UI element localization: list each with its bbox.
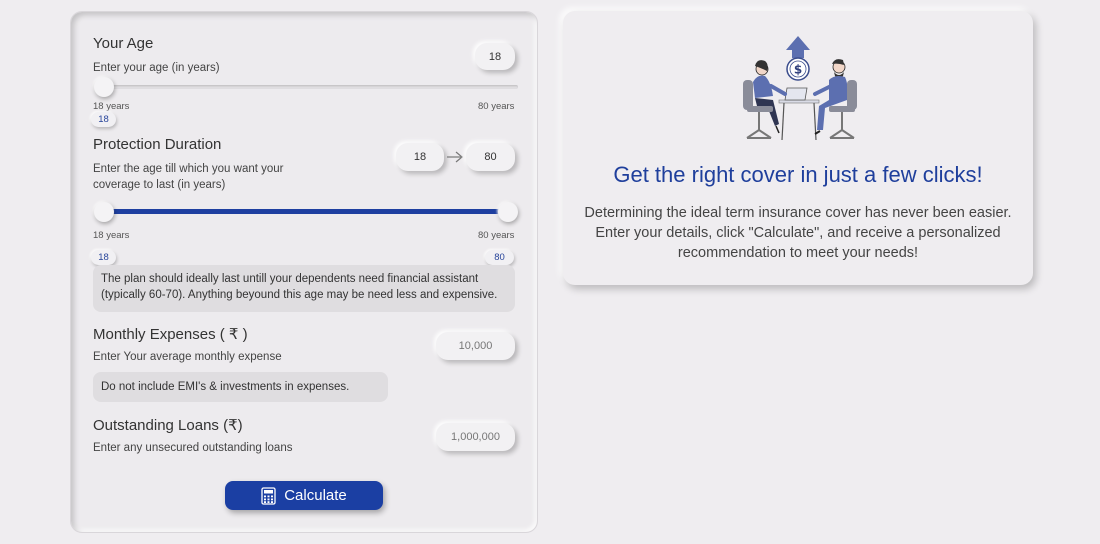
age-value-chip: 18 bbox=[91, 112, 116, 127]
protection-title: Protection Duration bbox=[93, 136, 222, 153]
protection-min-label: 18 years bbox=[93, 230, 130, 241]
loans-title: Outstanding Loans (₹) bbox=[93, 416, 243, 434]
expenses-title-text: Monthly Expenses bbox=[93, 326, 216, 343]
info-description: Determining the ideal term insurance cov… bbox=[563, 203, 1033, 263]
age-slider-track[interactable] bbox=[96, 85, 518, 89]
age-input[interactable]: 18 bbox=[475, 43, 515, 70]
age-title: Your Age bbox=[93, 35, 154, 52]
expenses-subtitle: Enter Your average monthly expense bbox=[93, 351, 282, 363]
rupee-icon: ( ₹ ) bbox=[219, 326, 248, 343]
info-description-line-2: Enter your details, click "Calculate", a… bbox=[595, 225, 1001, 241]
age-max-label: 80 years bbox=[478, 101, 515, 112]
protection-note: The plan should ideally last untill your… bbox=[93, 265, 515, 312]
protection-note-line-1: The plan should ideally last untill your… bbox=[101, 273, 479, 285]
protection-high-chip: 80 bbox=[485, 250, 514, 265]
loans-title-text: Outstanding Loans bbox=[93, 417, 219, 434]
protection-subtitle-2: coverage to last (in years) bbox=[93, 179, 226, 191]
loans-subtitle: Enter any unsecured outstanding loans bbox=[93, 442, 293, 454]
outstanding-loans-input[interactable]: 1,000,000 bbox=[436, 423, 515, 451]
protection-subtitle-1: Enter the age till which you want your bbox=[93, 163, 284, 175]
rupee-icon: (₹) bbox=[223, 417, 243, 434]
protection-slider-thumb-low[interactable] bbox=[94, 202, 114, 222]
calculate-button[interactable]: Calculate bbox=[225, 481, 383, 510]
info-description-line-1: Determining the ideal term insurance cov… bbox=[584, 205, 1012, 221]
protection-slider-range bbox=[104, 209, 508, 214]
arrow-right-icon bbox=[447, 151, 463, 163]
age-subtitle: Enter your age (in years) bbox=[93, 62, 220, 74]
protection-max-label: 80 years bbox=[478, 230, 515, 241]
protection-note-line-2: (typically 60-70). Anything beyound this… bbox=[101, 289, 498, 301]
info-description-line-3: recommendation to meet your needs! bbox=[677, 245, 919, 261]
dollar-symbol: $ bbox=[794, 63, 802, 77]
age-slider-thumb[interactable] bbox=[94, 77, 114, 97]
protection-to-input[interactable]: 80 bbox=[466, 143, 515, 171]
calculate-button-label: Calculate bbox=[284, 487, 347, 504]
protection-low-chip: 18 bbox=[91, 250, 116, 265]
calculator-icon bbox=[261, 486, 276, 505]
age-min-label: 18 years bbox=[93, 101, 130, 112]
expenses-title: Monthly Expenses ( ₹ ) bbox=[93, 325, 248, 343]
monthly-expenses-input[interactable]: 10,000 bbox=[436, 332, 515, 360]
info-headline: Get the right cover in just a few clicks… bbox=[613, 162, 983, 187]
protection-from-input[interactable]: 18 bbox=[396, 143, 444, 171]
business-meeting-illustration: $ bbox=[743, 36, 857, 141]
protection-slider-thumb-high[interactable] bbox=[498, 202, 518, 222]
expenses-note: Do not include EMI's & investments in ex… bbox=[93, 372, 388, 402]
